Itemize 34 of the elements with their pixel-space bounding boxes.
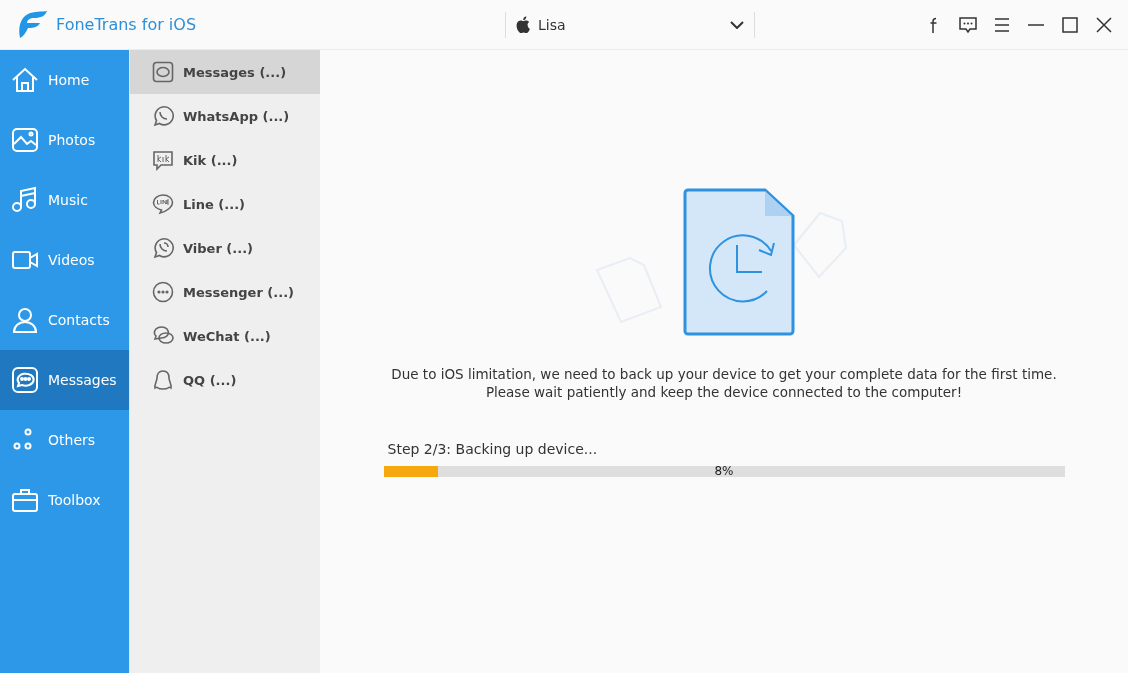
- message-app-item[interactable]: Messages (...): [130, 50, 320, 94]
- photo-icon: [11, 126, 39, 154]
- notice-text: Due to iOS limitation, we need to back up your device to get your complete data for the first time.: [391, 365, 1057, 383]
- kik-icon: [152, 149, 174, 171]
- message-app-item[interactable]: WhatsApp (...): [130, 94, 320, 138]
- notice-text: Please wait patiently and keep the device connected to the computer!: [484, 383, 964, 401]
- messenger-icon: [152, 281, 174, 303]
- message-app-item[interactable]: QQ (...): [130, 358, 320, 402]
- message-app-item[interactable]: Kik (...): [130, 138, 320, 182]
- close-icon[interactable]: [1094, 14, 1114, 35]
- sidebar-item[interactable]: Messages: [0, 350, 129, 410]
- wechat-icon: [152, 325, 174, 347]
- message-icon: [11, 366, 39, 394]
- app-title: FoneTrans for iOS: [56, 15, 197, 34]
- chevron-down-icon: [730, 20, 744, 29]
- apple-icon: [516, 16, 530, 33]
- device-selector[interactable]: Lisa: [505, 11, 755, 38]
- contact-icon: [11, 306, 39, 334]
- progress-step-text: Step 2/3: Backing up device...: [386, 441, 599, 457]
- message-app-item[interactable]: Viber (...): [130, 226, 320, 270]
- home-icon: [11, 66, 39, 94]
- message-app-item[interactable]: WeChat (...): [130, 314, 320, 358]
- whatsapp-icon: [152, 105, 174, 127]
- maximize-icon[interactable]: [1060, 14, 1080, 35]
- music-icon: [11, 186, 39, 214]
- message-app-item[interactable]: Messenger (...): [130, 270, 320, 314]
- viber-icon: [152, 237, 174, 259]
- qq-icon: [152, 369, 174, 391]
- chat-icon[interactable]: [958, 14, 978, 35]
- message-app-item[interactable]: Line (...): [130, 182, 320, 226]
- progress-percent: 8%: [713, 464, 735, 479]
- message-icon: [152, 61, 174, 83]
- toolbox-icon: [11, 486, 39, 514]
- line-icon: [152, 193, 174, 215]
